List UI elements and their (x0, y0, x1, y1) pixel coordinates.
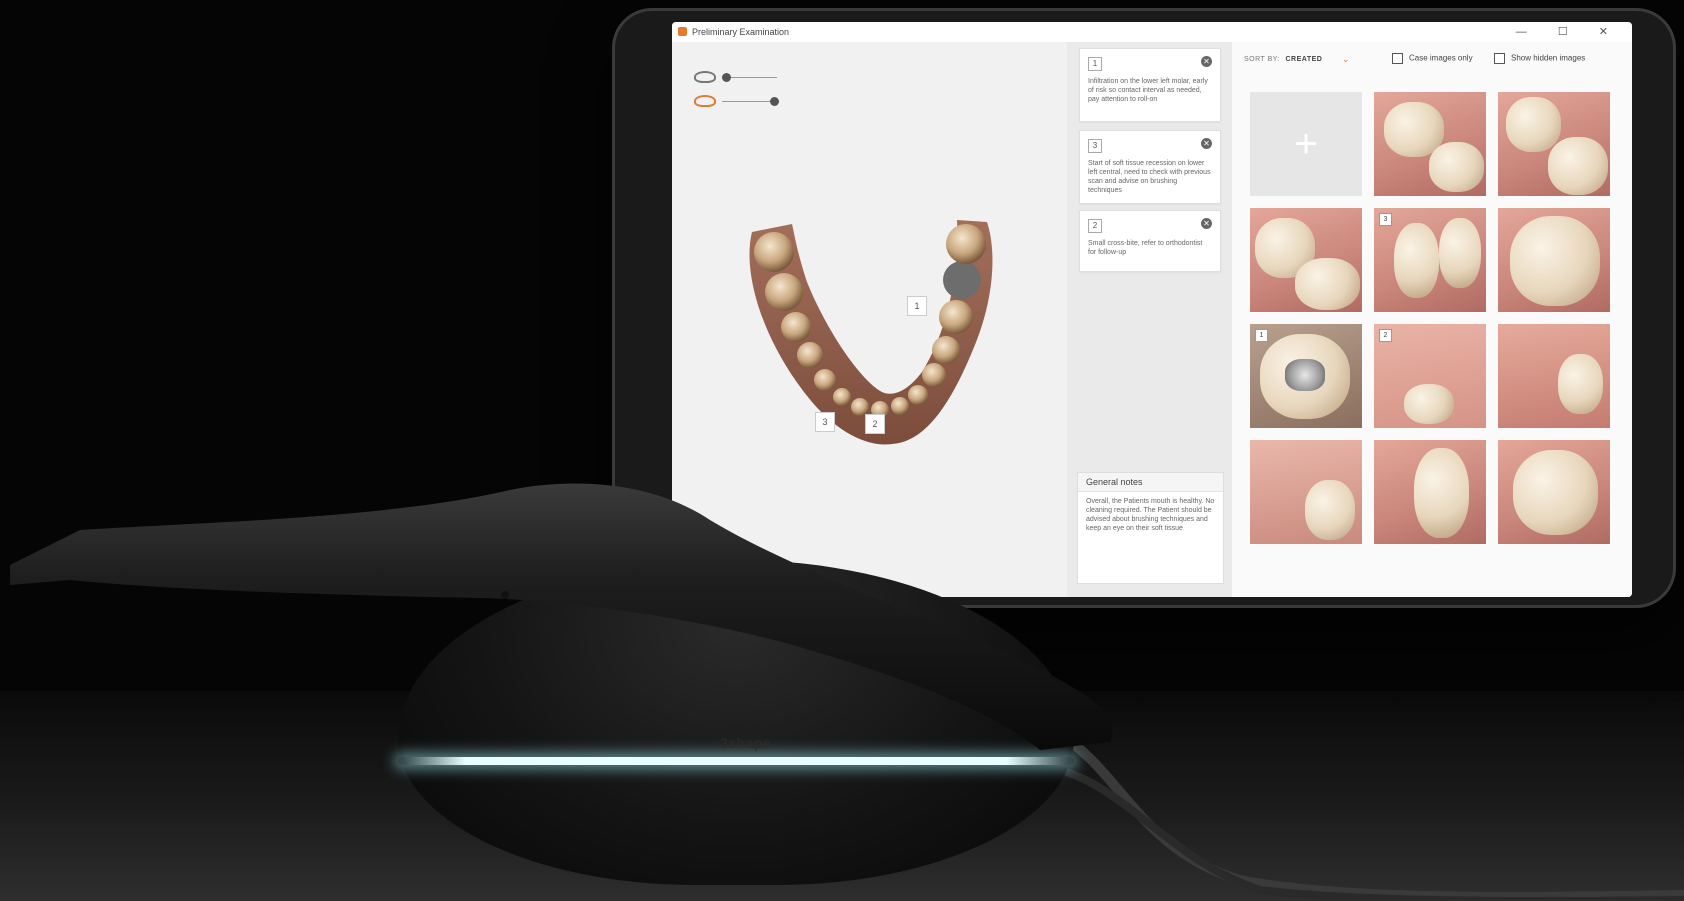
tile-annotation-number: 2 (1379, 329, 1392, 342)
lower-jaw-opacity-slider[interactable] (722, 101, 777, 102)
checkbox-label: Show hidden images (1511, 53, 1586, 63)
gallery-image[interactable] (1374, 92, 1486, 196)
slider-knob[interactable] (770, 97, 779, 106)
tile-annotation-number: 1 (1255, 329, 1268, 342)
note-card[interactable]: 1 ✕ Infiltration on the lower left molar… (1079, 48, 1221, 122)
note-text: Small cross-bite, refer to orthodontist … (1088, 240, 1203, 256)
window-title: Preliminary Examination (692, 27, 790, 37)
lower-jaw-layer-control[interactable] (694, 94, 814, 110)
case-images-only-toggle[interactable]: Case images only (1392, 53, 1473, 64)
window-titlebar: Preliminary Examination — ☐ ✕ (672, 22, 1632, 43)
annotation-marker[interactable]: 1 (907, 296, 927, 316)
close-icon[interactable]: ✕ (1201, 56, 1212, 67)
gallery-image[interactable] (1498, 92, 1610, 196)
app-logo-icon (678, 27, 687, 36)
status-light-strip (398, 757, 1074, 765)
gallery-image[interactable]: 3 (1374, 208, 1486, 312)
intraoral-scanner-wand (10, 483, 1113, 750)
gallery-image[interactable]: 2 (1374, 324, 1486, 428)
annotation-marker[interactable]: 3 (815, 412, 835, 432)
sort-value[interactable]: CREATED (1286, 56, 1323, 63)
gallery-image[interactable] (1374, 440, 1486, 544)
note-number: 1 (1088, 57, 1102, 71)
gallery-image[interactable] (1498, 324, 1610, 428)
gallery-image[interactable] (1250, 208, 1362, 312)
wand-button-icon (501, 591, 509, 599)
note-text: Infiltration on the lower left molar, ea… (1088, 78, 1208, 103)
checkbox-label: Case images only (1409, 53, 1473, 63)
note-card[interactable]: 2 ✕ Small cross-bite, refer to orthodont… (1079, 210, 1221, 272)
gallery-image[interactable] (1498, 208, 1610, 312)
gallery-image[interactable]: 1 (1250, 324, 1362, 428)
chevron-down-icon[interactable]: ⌄ (1342, 54, 1350, 65)
gallery-image[interactable] (1250, 440, 1362, 544)
checkbox[interactable] (1392, 53, 1403, 64)
annotation-marker[interactable]: 2 (865, 414, 885, 434)
upper-jaw-layer-control[interactable] (694, 70, 814, 86)
show-hidden-images-toggle[interactable]: Show hidden images (1494, 53, 1585, 64)
note-card[interactable]: 3 ✕ Start of soft tissue recession on lo… (1079, 130, 1221, 204)
plus-icon: + (1294, 122, 1318, 166)
note-text: Start of soft tissue recession on lower … (1088, 160, 1211, 194)
checkbox[interactable] (1494, 53, 1505, 64)
close-icon[interactable]: ✕ (1201, 218, 1212, 229)
window-controls[interactable]: — ☐ ✕ (1516, 22, 1622, 42)
upper-jaw-icon[interactable] (694, 71, 716, 83)
close-icon[interactable]: ✕ (1201, 138, 1212, 149)
lower-jaw-icon[interactable] (694, 95, 716, 107)
image-gallery: SORT BY: CREATED ⌄ Case images only Show… (1232, 42, 1632, 597)
sort-label: SORT BY: (1244, 56, 1281, 63)
sort-dropdown[interactable]: SORT BY: CREATED (1244, 56, 1322, 63)
note-number: 3 (1088, 139, 1102, 153)
add-image-button[interactable]: + (1250, 92, 1362, 196)
tile-annotation-number: 3 (1379, 213, 1392, 226)
gallery-image[interactable] (1498, 440, 1610, 544)
note-number: 2 (1088, 219, 1102, 233)
slider-knob[interactable] (722, 73, 731, 82)
scanner-cable (1060, 730, 1684, 900)
